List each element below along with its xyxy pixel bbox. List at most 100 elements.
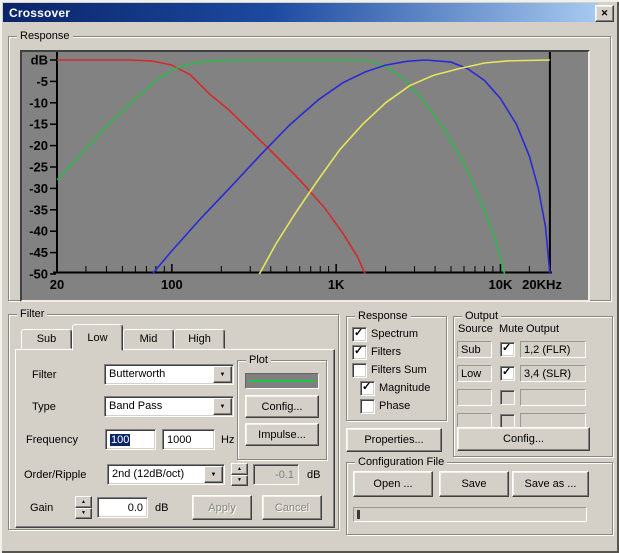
check-icon: ✓ <box>354 326 363 339</box>
svg-text:-35: -35 <box>29 202 48 217</box>
ripple-unit-label: dB <box>307 469 320 481</box>
svg-text:-5: -5 <box>36 74 48 89</box>
filter-family-value: Butterworth <box>109 368 165 380</box>
output-group: Output Source Mute Output Sub ✓ 1,2 (FLR… <box>453 316 613 457</box>
output-source-field: Sub <box>457 341 492 358</box>
plot-color-line <box>249 380 315 382</box>
impulse-button[interactable]: Impulse... <box>245 423 319 446</box>
filters-label: Filters <box>371 346 401 358</box>
svg-text:20: 20 <box>50 277 64 292</box>
phase-checkbox[interactable]: ✓ <box>360 399 375 414</box>
configuration-file-group-label: Configuration File <box>355 456 447 468</box>
plot-group-label: Plot <box>246 354 271 366</box>
plot-config-button[interactable]: Config... <box>245 395 319 418</box>
gain-input[interactable]: 0.0 <box>97 497 148 518</box>
tab-high[interactable]: High <box>174 329 225 349</box>
chevron-down-icon[interactable]: ▼ <box>204 466 223 483</box>
spectrum-checkbox[interactable]: ✓ <box>352 327 367 342</box>
frequency-label: Frequency <box>26 434 78 446</box>
gain-unit-label: dB <box>155 502 168 514</box>
pass-type-value: Band Pass <box>109 400 162 412</box>
response-chart: dB-5-10-15-20-25-30-35-40-45-50201001K10… <box>22 52 584 296</box>
frequency-high-input[interactable]: 1000 <box>162 429 215 450</box>
svg-text:-20: -20 <box>29 138 48 153</box>
filters-sum-checkbox[interactable]: ✓ <box>352 363 367 378</box>
output-source-field <box>457 389 492 406</box>
output-channel-field: 3,4 (SLR) <box>520 365 586 382</box>
filter-group: Filter Sub Low Mid High Filter Butterwor… <box>8 314 339 530</box>
arrow-down-icon[interactable]: ▼ <box>75 508 92 520</box>
frequency-unit-label: Hz <box>221 434 234 446</box>
tab-sub[interactable]: Sub <box>21 329 72 349</box>
arrow-up-icon[interactable]: ▲ <box>231 463 248 475</box>
properties-button[interactable]: Properties... <box>346 428 442 452</box>
mute-checkbox[interactable]: ✓ <box>500 366 515 381</box>
output-source-field: Low <box>457 365 492 382</box>
cancel-button[interactable]: Cancel <box>262 495 322 520</box>
output-channel-field <box>520 389 586 406</box>
tab-low[interactable]: Low <box>72 324 123 351</box>
response-graph-group: Response dB-5-10-15-20-25-30-35-40-45-50… <box>8 36 611 301</box>
chevron-down-icon[interactable]: ▼ <box>213 398 232 415</box>
output-header-output: Output <box>526 323 559 335</box>
apply-button[interactable]: Apply <box>192 495 252 520</box>
svg-text:-45: -45 <box>29 245 48 260</box>
text-caret <box>357 510 360 519</box>
filter-group-label: Filter <box>17 308 47 320</box>
chevron-down-icon[interactable]: ▼ <box>213 366 232 383</box>
gain-stepper[interactable]: ▲ ▼ <box>75 496 92 519</box>
svg-text:20KHz: 20KHz <box>522 277 562 292</box>
magnitude-checkbox[interactable]: ✓ <box>360 381 375 396</box>
check-icon: ✓ <box>502 341 511 354</box>
svg-text:10K: 10K <box>489 277 513 292</box>
spectrum-label: Spectrum <box>371 328 418 340</box>
check-icon: ✓ <box>502 365 511 378</box>
save-button[interactable]: Save <box>439 471 509 497</box>
svg-text:-30: -30 <box>29 181 48 196</box>
ripple-input: -0.1 <box>253 464 299 485</box>
svg-text:100: 100 <box>161 277 183 292</box>
output-header-source: Source <box>458 323 493 335</box>
output-channel-field: 1,2 (FLR) <box>520 341 586 358</box>
filter-tab-panel: Filter Butterworth ▼ Type Band Pass ▼ Fr… <box>15 349 335 528</box>
close-icon: ✕ <box>601 8 609 19</box>
ripple-stepper[interactable]: ▲ ▼ <box>231 463 248 486</box>
tab-mid[interactable]: Mid <box>123 329 174 349</box>
output-group-label: Output <box>462 310 501 322</box>
title-bar: Crossover <box>3 3 598 22</box>
close-button[interactable]: ✕ <box>595 5 614 22</box>
arrow-up-icon[interactable]: ▲ <box>75 496 92 508</box>
open-button[interactable]: Open ... <box>353 471 433 497</box>
frequency-low-input[interactable]: 100 <box>105 429 156 450</box>
gain-value: 0.0 <box>128 502 143 514</box>
svg-text:-40: -40 <box>29 224 48 239</box>
arrow-down-icon[interactable]: ▼ <box>231 475 248 487</box>
configuration-file-group: Configuration File Open ... Save Save as… <box>346 462 613 535</box>
mute-checkbox[interactable]: ✓ <box>500 342 515 357</box>
svg-text:-25: -25 <box>29 160 48 175</box>
response-options-group: Response ✓ Spectrum ✓ Filters ✓ Filters … <box>346 316 447 421</box>
svg-text:1K: 1K <box>328 277 345 292</box>
pass-type-combobox[interactable]: Band Pass ▼ <box>104 396 234 417</box>
filter-type-label: Filter <box>32 369 56 381</box>
save-as-button[interactable]: Save as ... <box>512 471 589 497</box>
svg-text:-15: -15 <box>29 117 48 132</box>
output-header-mute: Mute <box>499 323 523 335</box>
order-combobox[interactable]: 2nd (12dB/oct) ▼ <box>107 464 225 485</box>
plot-color-swatch <box>245 373 319 389</box>
response-graph-group-label: Response <box>17 30 73 42</box>
output-config-button[interactable]: Config... <box>457 427 590 451</box>
svg-text:dB: dB <box>31 53 48 68</box>
svg-text:-50: -50 <box>29 267 48 282</box>
response-options-group-label: Response <box>355 310 411 322</box>
order-ripple-label: Order/Ripple <box>24 469 86 481</box>
gain-label: Gain <box>30 502 53 514</box>
response-graph-panel: dB-5-10-15-20-25-30-35-40-45-50201001K10… <box>20 50 590 302</box>
filter-family-combobox[interactable]: Butterworth ▼ <box>104 364 234 385</box>
check-icon: ✓ <box>354 344 363 357</box>
pass-type-label: Type <box>32 401 56 413</box>
mute-checkbox: ✓ <box>500 390 515 405</box>
filters-checkbox[interactable]: ✓ <box>352 345 367 360</box>
phase-label: Phase <box>379 400 410 412</box>
config-file-path-field[interactable] <box>353 507 587 522</box>
